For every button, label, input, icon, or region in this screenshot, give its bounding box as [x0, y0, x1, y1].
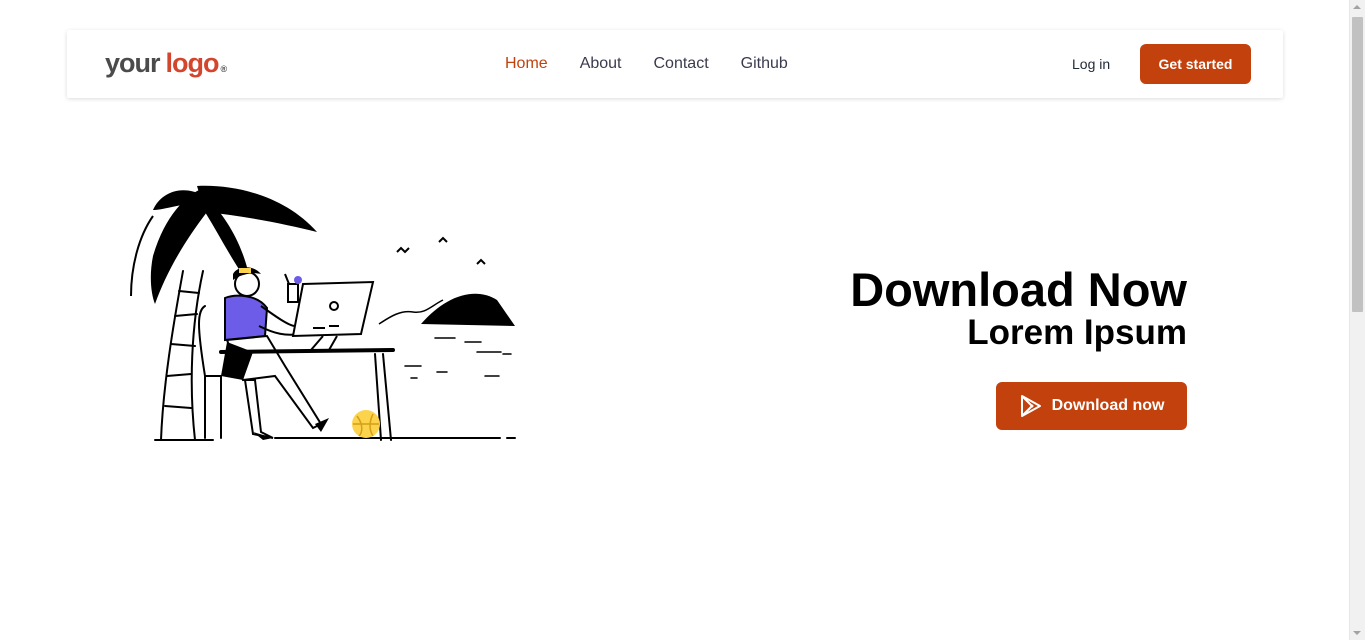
download-now-button[interactable]: Download now	[996, 382, 1187, 430]
page-scrollbar[interactable]	[1349, 0, 1365, 640]
beach-work-illustration	[130, 185, 516, 441]
nav-link-about[interactable]: About	[580, 55, 622, 73]
scroll-up-arrow-icon[interactable]	[1353, 5, 1361, 9]
nav-link-contact[interactable]: Contact	[654, 55, 709, 73]
login-link[interactable]: Log in	[1072, 30, 1110, 98]
logo-word-your: your	[105, 48, 161, 78]
scroll-thumb[interactable]	[1352, 17, 1363, 312]
get-started-button[interactable]: Get started	[1140, 44, 1251, 84]
nav-links: Home About Contact Github	[505, 30, 820, 98]
logo[interactable]: your logo ®	[105, 45, 227, 81]
nav-link-github[interactable]: Github	[741, 55, 788, 73]
logo-word-logo: logo	[165, 48, 220, 78]
hero-subtitle: Lorem Ipsum	[967, 313, 1187, 352]
scroll-down-arrow-icon[interactable]	[1353, 631, 1361, 635]
hero-title: Download Now	[850, 263, 1187, 316]
logo-registered-mark: ®	[220, 64, 228, 74]
page: your logo ® Home About Contact Github Lo…	[0, 0, 1365, 640]
download-now-label: Download now	[1051, 397, 1165, 414]
nav-link-home[interactable]: Home	[505, 55, 548, 73]
navbar: your logo ® Home About Contact Github Lo…	[67, 30, 1283, 98]
play-store-icon	[1020, 395, 1041, 417]
